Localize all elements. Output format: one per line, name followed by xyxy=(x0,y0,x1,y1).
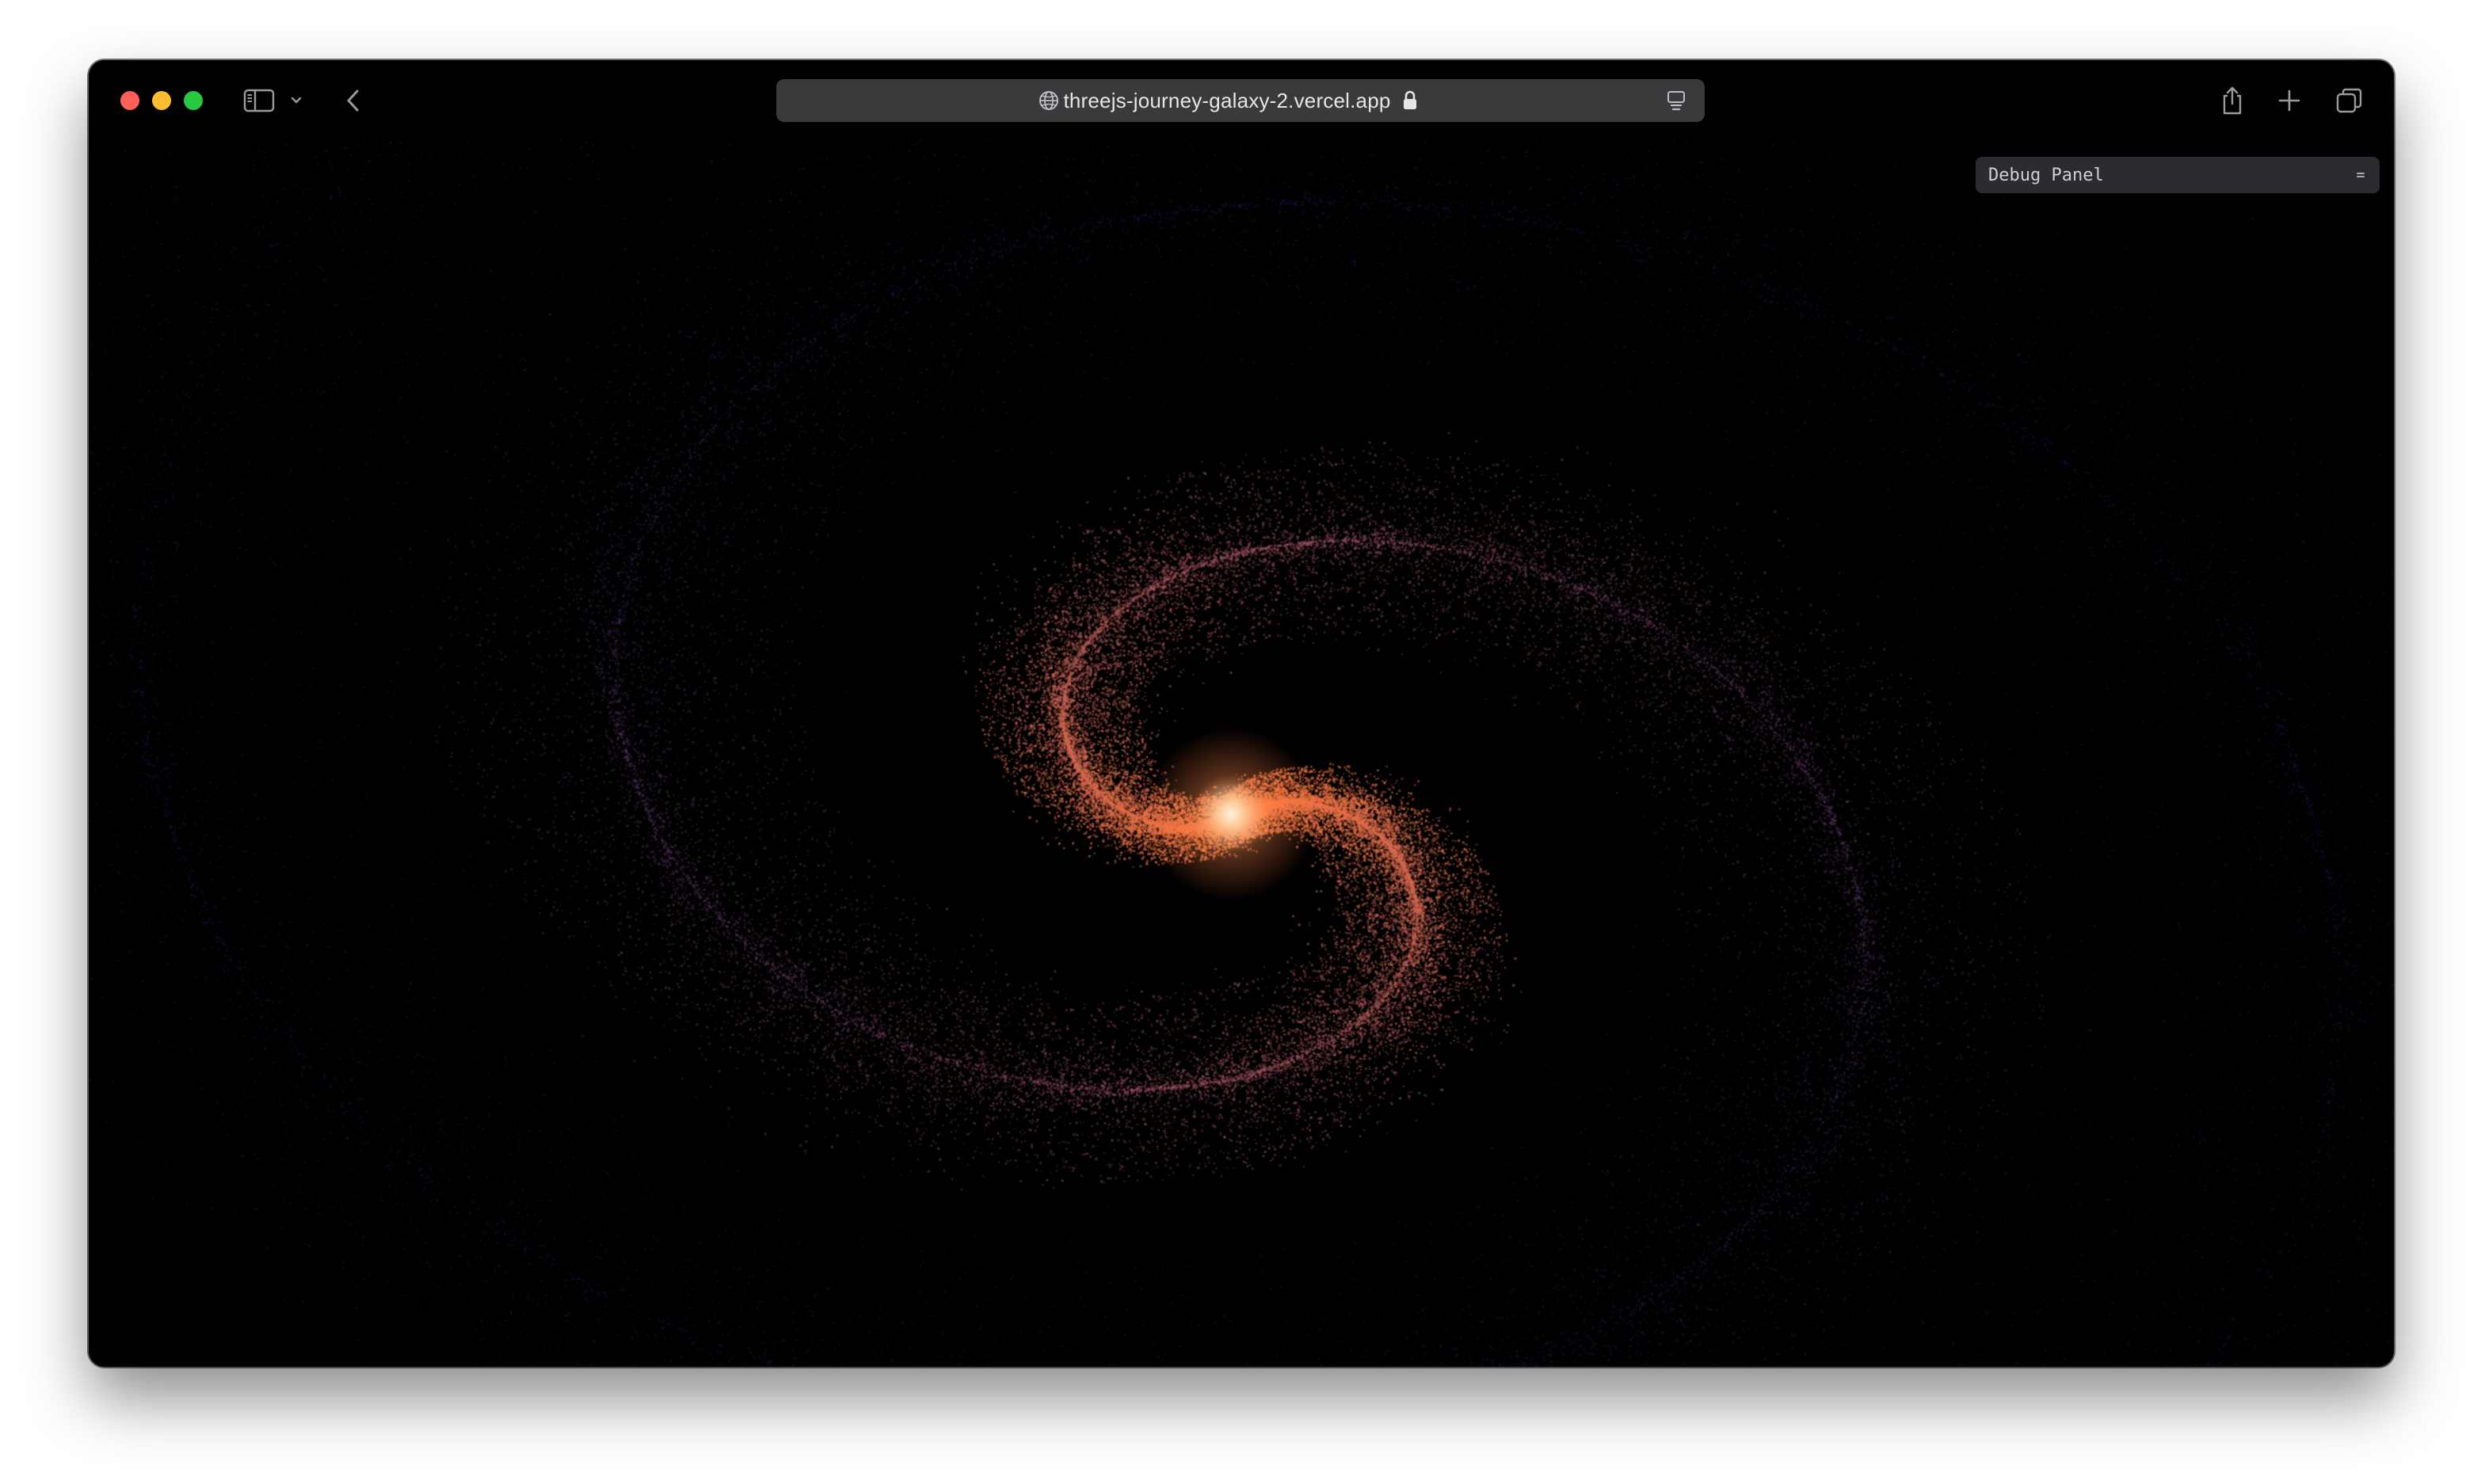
debug-panel[interactable]: Debug Panel xyxy=(1976,157,2380,193)
back-button[interactable] xyxy=(337,81,369,120)
tab-overview-button[interactable] xyxy=(2332,81,2367,120)
sidebar-toggle-button[interactable] xyxy=(239,81,279,120)
webgl-viewport[interactable]: Debug Panel xyxy=(89,139,2394,1367)
galaxy-canvas[interactable] xyxy=(89,139,2394,1367)
address-bar[interactable]: threejs-journey-galaxy-2.vercel.app xyxy=(776,79,1705,122)
chevron-down-icon xyxy=(291,97,302,104)
minimize-window-button[interactable] xyxy=(152,91,171,110)
url-text: threejs-journey-galaxy-2.vercel.app xyxy=(1063,88,1391,112)
close-window-button[interactable] xyxy=(120,91,139,110)
debug-panel-title: Debug Panel xyxy=(1988,165,2104,185)
plus-icon xyxy=(2278,89,2300,112)
maximize-window-button[interactable] xyxy=(184,91,203,110)
lock-icon xyxy=(1402,90,1418,111)
browser-window: threejs-journey-galaxy-2.vercel.app Debu… xyxy=(89,60,2394,1367)
share-button[interactable] xyxy=(2215,81,2250,120)
sidebar-icon xyxy=(243,89,275,112)
collapse-toggle-icon[interactable] xyxy=(2354,167,2367,187)
new-tab-button[interactable] xyxy=(2272,81,2307,120)
reader-icon[interactable] xyxy=(1665,89,1687,116)
globe-icon xyxy=(1038,89,1060,116)
sidebar-menu-button[interactable] xyxy=(285,81,307,120)
chevron-left-icon xyxy=(347,89,359,112)
share-icon xyxy=(2223,86,2242,115)
browser-toolbar: threejs-journey-galaxy-2.vercel.app xyxy=(89,60,2394,139)
tab-overview-icon xyxy=(2336,88,2362,113)
